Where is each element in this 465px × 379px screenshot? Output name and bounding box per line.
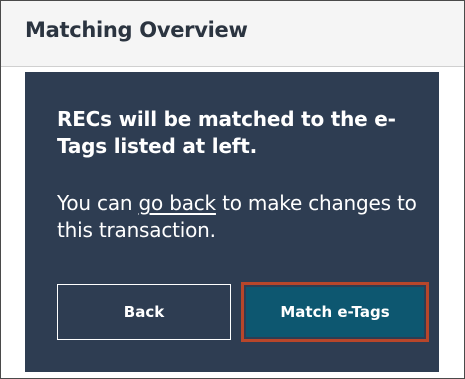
match-e-tags-button[interactable]: Match e-Tags [246, 287, 424, 337]
card-subtext: You can go back to make changes to this … [57, 190, 427, 244]
matching-overview-panel: Matching Overview RECs will be matched t… [0, 0, 465, 379]
info-card: RECs will be matched to the e-Tags liste… [25, 72, 439, 372]
panel-title: Matching Overview [25, 18, 248, 42]
subtext-before: You can [57, 191, 139, 215]
panel-body: RECs will be matched to the e-Tags liste… [1, 67, 464, 378]
card-headline: RECs will be matched to the e-Tags liste… [57, 107, 396, 158]
go-back-link[interactable]: go back [139, 191, 217, 215]
panel-header: Matching Overview [1, 1, 464, 67]
back-button[interactable]: Back [57, 284, 231, 340]
